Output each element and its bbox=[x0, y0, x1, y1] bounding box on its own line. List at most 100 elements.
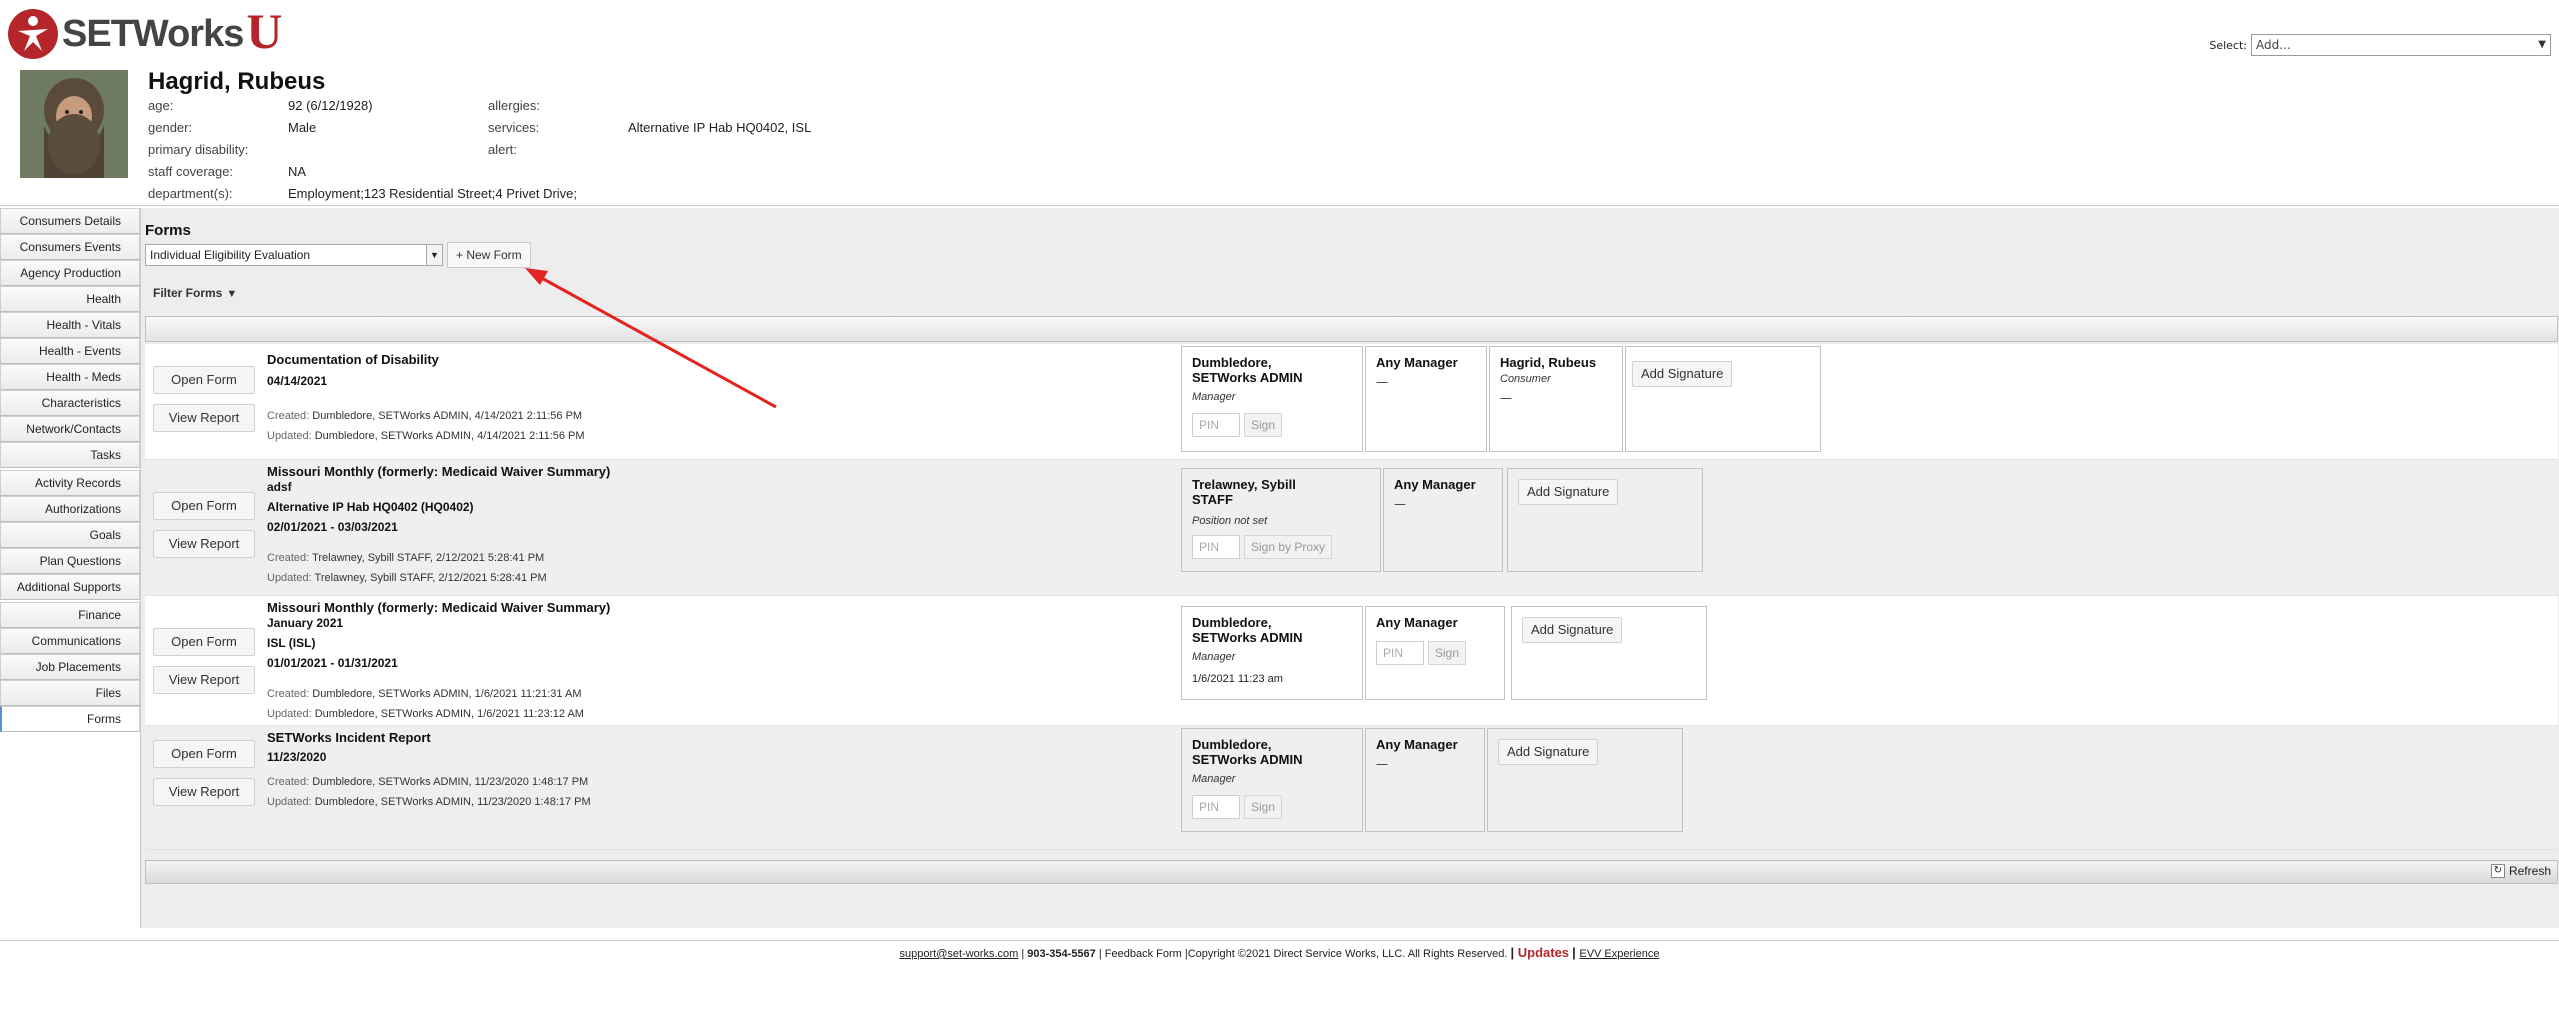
filter-forms-label: Filter Forms bbox=[153, 286, 223, 300]
signer-placeholder: — bbox=[1376, 757, 1388, 771]
dropdown-arrow-icon: ▼ bbox=[2538, 39, 2546, 50]
sidebar-item-forms[interactable]: Forms bbox=[0, 706, 140, 732]
filter-forms-toggle[interactable]: Filter Forms ▼ bbox=[153, 286, 237, 300]
created-value: Trelawney, Sybill STAFF, 2/12/2021 5:28:… bbox=[312, 552, 545, 564]
sidebar-item-characteristics[interactable]: Characteristics bbox=[0, 390, 140, 416]
signer-role: Consumer bbox=[1500, 373, 1551, 385]
form-title: Missouri Monthly (formerly: Medicaid Wai… bbox=[267, 600, 611, 615]
sidebar-item-health[interactable]: Health bbox=[0, 286, 140, 312]
updated-value: Dumbledore, SETWorks ADMIN, 4/14/2021 2:… bbox=[314, 430, 585, 442]
sidebar-item-job-placements[interactable]: Job Placements bbox=[0, 654, 140, 680]
sidebar-item-plan-questions[interactable]: Plan Questions bbox=[0, 548, 140, 574]
new-form-button[interactable]: + New Form bbox=[447, 242, 531, 268]
feedback-form-link[interactable]: Feedback Form bbox=[1105, 948, 1182, 960]
sidebar-item-health-vitals[interactable]: Health - Vitals bbox=[0, 312, 140, 338]
signed-date: 1/6/2021 11:23 am bbox=[1192, 673, 1283, 685]
support-email-link[interactable]: support@set-works.com bbox=[900, 948, 1019, 960]
signature-box: Trelawney, Sybill STAFF Position not set… bbox=[1181, 468, 1381, 572]
signer-name: Trelawney, Sybill STAFF bbox=[1192, 477, 1296, 507]
staff-coverage-label: staff coverage: bbox=[148, 164, 234, 179]
sidebar-item-files[interactable]: Files bbox=[0, 680, 140, 706]
view-report-button[interactable]: View Report bbox=[153, 404, 255, 432]
pin-input[interactable]: PIN bbox=[1192, 535, 1240, 559]
open-form-button[interactable]: Open Form bbox=[153, 740, 255, 768]
add-signature-button[interactable]: Add Signature bbox=[1522, 617, 1623, 643]
sign-by-proxy-button[interactable]: Sign by Proxy bbox=[1244, 535, 1333, 559]
sidebar-item-communications[interactable]: Communications bbox=[0, 628, 140, 654]
updated-value: Dumbledore, SETWorks ADMIN, 1/6/2021 11:… bbox=[314, 708, 584, 720]
created-label: Created: bbox=[267, 552, 310, 564]
add-signature-box: Add Signature bbox=[1511, 606, 1707, 700]
setworks-logo-icon bbox=[8, 9, 58, 59]
sidebar-item-finance[interactable]: Finance bbox=[0, 602, 140, 628]
updated-label: Updated: bbox=[267, 708, 312, 720]
form-service: ISL (ISL) bbox=[267, 636, 316, 650]
evv-experience-link[interactable]: EVV Experience bbox=[1579, 948, 1659, 960]
sidebar-item-goals[interactable]: Goals bbox=[0, 522, 140, 548]
pin-input[interactable]: PIN bbox=[1192, 413, 1240, 437]
signer-placeholder: — bbox=[1376, 375, 1388, 389]
services-label: services: bbox=[488, 120, 540, 135]
form-date-range: 01/01/2021 - 01/31/2021 bbox=[267, 656, 398, 670]
logo-u: U bbox=[246, 3, 283, 59]
updates-link[interactable]: Updates bbox=[1518, 945, 1569, 960]
created-value: Dumbledore, SETWorks ADMIN, 1/6/2021 11:… bbox=[312, 688, 582, 700]
created-label: Created: bbox=[267, 776, 310, 788]
sign-button[interactable]: Sign bbox=[1244, 795, 1283, 819]
created-label: Created: bbox=[267, 410, 310, 422]
updated-value: Dumbledore, SETWorks ADMIN, 11/23/2020 1… bbox=[314, 796, 591, 808]
add-signature-button[interactable]: Add Signature bbox=[1632, 361, 1733, 387]
sidebar-item-consumers-details[interactable]: Consumers Details bbox=[0, 208, 140, 234]
dropdown-arrow-icon: ▼ bbox=[426, 245, 442, 265]
open-form-button[interactable]: Open Form bbox=[153, 366, 255, 394]
logo-text: SETWorks bbox=[62, 12, 244, 55]
open-form-button[interactable]: Open Form bbox=[153, 628, 255, 656]
signer-name: Dumbledore, SETWorks ADMIN bbox=[1192, 355, 1303, 385]
signer-role: Manager bbox=[1192, 651, 1236, 663]
view-report-button[interactable]: View Report bbox=[153, 778, 255, 806]
sidebar-item-tasks[interactable]: Tasks bbox=[0, 442, 140, 468]
select-label: Select: bbox=[2209, 38, 2247, 52]
allergies-label: allergies: bbox=[488, 98, 541, 113]
alert-label: alert: bbox=[488, 142, 517, 157]
signature-box: Dumbledore, SETWorks ADMIN Manager PIN S… bbox=[1181, 346, 1363, 452]
signer-name: Any Manager bbox=[1394, 477, 1476, 492]
signer-role: Manager bbox=[1192, 391, 1236, 403]
add-signature-button[interactable]: Add Signature bbox=[1518, 479, 1619, 505]
open-form-button[interactable]: Open Form bbox=[153, 492, 255, 520]
sidebar-item-agency-production[interactable]: Agency Production bbox=[0, 260, 140, 286]
view-report-button[interactable]: View Report bbox=[153, 666, 255, 694]
sidebar-item-consumers-events[interactable]: Consumers Events bbox=[0, 234, 140, 260]
sign-button[interactable]: Sign bbox=[1428, 641, 1467, 665]
gender-value: Male bbox=[288, 120, 317, 135]
setworks-logo[interactable]: SETWorks U bbox=[8, 3, 282, 60]
sidebar-item-health-meds[interactable]: Health - Meds bbox=[0, 364, 140, 390]
add-signature-button[interactable]: Add Signature bbox=[1498, 739, 1599, 765]
refresh-button[interactable]: ↻ Refresh bbox=[2490, 864, 2551, 878]
consumer-photo bbox=[20, 70, 128, 178]
add-signature-box: Add Signature bbox=[1507, 468, 1703, 572]
sign-button[interactable]: Sign bbox=[1244, 413, 1283, 437]
signature-box: Any Manager — bbox=[1365, 728, 1485, 832]
updated-label: Updated: bbox=[267, 430, 312, 442]
consumer-name: Hagrid, Rubeus bbox=[148, 68, 326, 95]
form-type-select[interactable]: Individual Eligibility Evaluation ▼ bbox=[145, 244, 443, 266]
filter-caret-icon: ▼ bbox=[226, 288, 238, 300]
pin-input[interactable]: PIN bbox=[1376, 641, 1424, 665]
signer-name: Dumbledore, SETWorks ADMIN bbox=[1192, 737, 1303, 767]
form-date: 04/14/2021 bbox=[267, 374, 328, 388]
sidebar-item-activity-records[interactable]: Activity Records bbox=[0, 470, 140, 496]
created-label: Created: bbox=[267, 688, 310, 700]
sidebar-item-health-events[interactable]: Health - Events bbox=[0, 338, 140, 364]
age-label: age: bbox=[148, 98, 174, 113]
signer-role: Manager bbox=[1192, 773, 1236, 785]
table-row: Open Form View Report Missouri Monthly (… bbox=[145, 596, 2558, 726]
form-type-value: Individual Eligibility Evaluation bbox=[150, 248, 311, 262]
sidebar-item-authorizations[interactable]: Authorizations bbox=[0, 496, 140, 522]
form-date: 11/23/2020 bbox=[267, 750, 327, 764]
pin-input[interactable]: PIN bbox=[1192, 795, 1240, 819]
sidebar-item-additional-supports[interactable]: Additional Supports bbox=[0, 574, 140, 600]
view-report-button[interactable]: View Report bbox=[153, 530, 255, 558]
sidebar-item-network-contacts[interactable]: Network/Contacts bbox=[0, 416, 140, 442]
add-select-dropdown[interactable]: Add... ▼ bbox=[2251, 34, 2551, 56]
